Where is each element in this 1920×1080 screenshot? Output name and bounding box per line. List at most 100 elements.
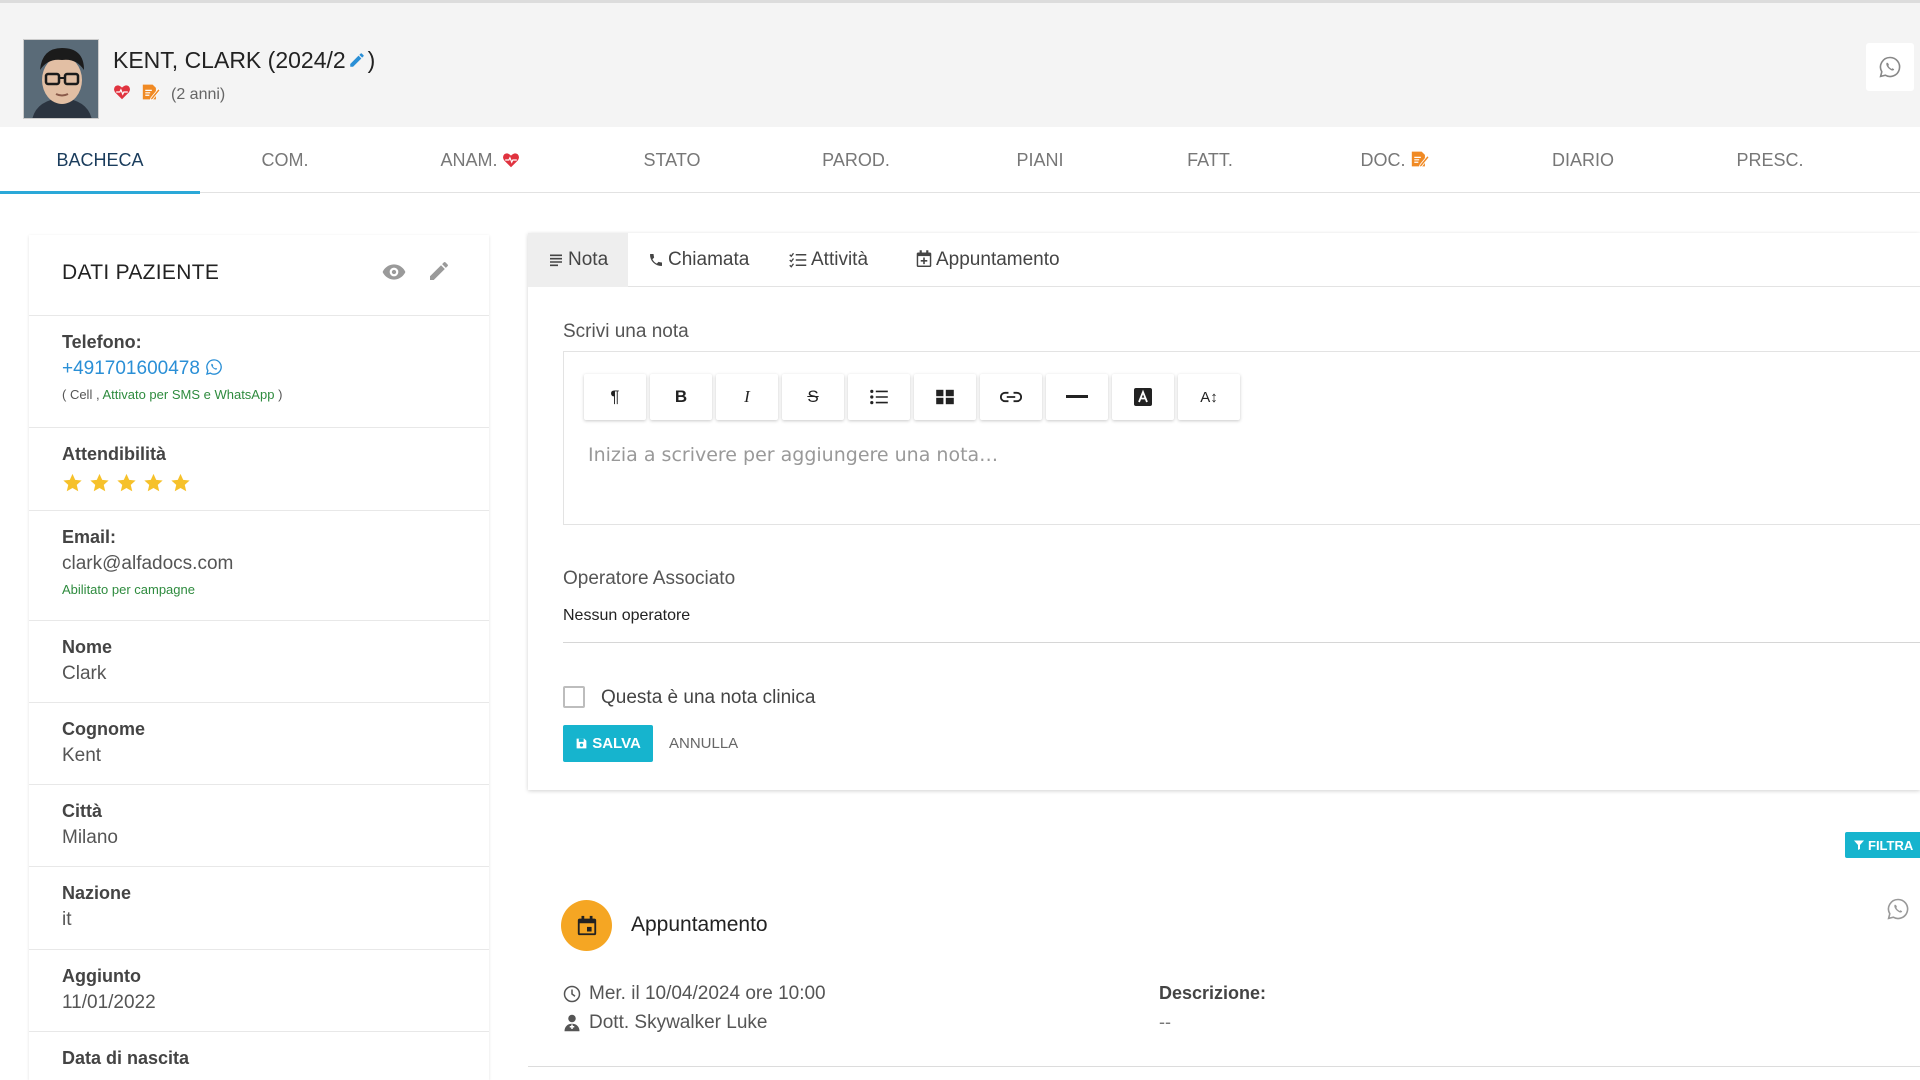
- tab-label: COM.: [261, 150, 309, 170]
- whatsapp-button[interactable]: [1886, 897, 1910, 926]
- composer-tab-attivita[interactable]: Attività: [769, 233, 888, 287]
- phone-note-close: ): [278, 387, 283, 402]
- pencil-icon[interactable]: [427, 259, 451, 288]
- patient-data-panel: DATI PAZIENTE Telefono: +491701600478 ( …: [29, 235, 489, 1080]
- clinical-note-label[interactable]: Questa è una nota clinica: [601, 687, 815, 709]
- first-name-value: Clark: [62, 663, 107, 684]
- tab-presc[interactable]: PRESC.: [1720, 127, 1820, 193]
- clinical-note-checkbox[interactable]: [563, 686, 585, 708]
- tab-anam[interactable]: ANAM.: [420, 127, 540, 193]
- document-edit-icon[interactable]: [141, 83, 161, 106]
- text-color-button[interactable]: [1112, 374, 1174, 420]
- doctor-icon: [564, 1014, 580, 1032]
- floppy-disk-icon: [576, 738, 587, 749]
- table-button[interactable]: [914, 374, 976, 420]
- patient-name: KENT, CLARK (2024/2): [113, 47, 375, 75]
- tab-label: STATO: [643, 150, 701, 170]
- appointment-doctor: Dott. Skywalker Luke: [563, 1012, 767, 1034]
- whatsapp-button[interactable]: [1866, 43, 1914, 91]
- header-icons: (2 anni): [113, 83, 225, 106]
- last-name-value: Kent: [62, 745, 102, 766]
- description-label: Descrizione:: [1159, 983, 1267, 1003]
- bullet-list-button[interactable]: [848, 374, 910, 420]
- phone-link[interactable]: +491701600478: [62, 358, 489, 380]
- tab-parod[interactable]: PAROD.: [806, 127, 906, 193]
- operator-underline: [563, 642, 1920, 643]
- tab-label: ANAM.: [440, 150, 498, 170]
- strikethrough-button[interactable]: S: [782, 374, 844, 420]
- heart-pulse-icon[interactable]: [113, 84, 131, 105]
- panel-title: DATI PAZIENTE: [62, 261, 220, 284]
- filter-button[interactable]: FILTRA: [1845, 832, 1920, 858]
- cancel-button[interactable]: ANNULLA: [669, 735, 738, 752]
- field-phone: Telefono: +491701600478 ( Cell , Attivat…: [29, 315, 489, 427]
- link-button[interactable]: [980, 374, 1042, 420]
- tab-doc[interactable]: DOC.: [1340, 127, 1450, 193]
- field-label: Nome: [62, 637, 113, 657]
- country-value: it: [62, 909, 72, 930]
- main-tab-bar: BACHECA COM. ANAM. STATO PAROD. PIANI FA…: [0, 127, 1920, 194]
- checklist-icon: [789, 252, 807, 268]
- bold-button[interactable]: B: [650, 374, 712, 420]
- tab-bacheca[interactable]: BACHECA: [0, 127, 200, 194]
- tab-piani[interactable]: PIANI: [990, 127, 1090, 193]
- phone-sms-whatsapp-status: Attivato per SMS e WhatsApp: [102, 387, 275, 402]
- strikethrough-icon: S: [807, 387, 819, 406]
- save-label: SALVA: [592, 735, 641, 752]
- field-label: Città: [62, 801, 102, 821]
- editor-toolbar: ¶ B I S A↕: [584, 374, 1240, 420]
- email-value[interactable]: clark@alfadocs.com: [62, 553, 489, 575]
- tab-diario[interactable]: DIARIO: [1533, 127, 1633, 193]
- patient-avatar[interactable]: [23, 39, 99, 119]
- link-icon: [1000, 391, 1022, 403]
- entry-divider: [528, 1066, 1920, 1067]
- tab-label: BACHECA: [56, 150, 144, 170]
- calendar-add-icon: [916, 250, 932, 267]
- tab-com[interactable]: COM.: [230, 127, 340, 193]
- filter-label: FILTRA: [1868, 837, 1914, 853]
- appointment-datetime-text: Mer. il 10/04/2024 ore 10:00: [589, 983, 826, 1004]
- paragraph-button[interactable]: ¶: [584, 374, 646, 420]
- appointment-title: Appuntamento: [631, 913, 768, 936]
- operator-select[interactable]: Nessun operatore: [563, 607, 690, 625]
- field-city: Città Milano: [29, 784, 489, 866]
- tab-label: PAROD.: [822, 150, 890, 170]
- composer-tab-appuntamento[interactable]: Appuntamento: [896, 233, 1080, 287]
- tab-label: FATT.: [1187, 150, 1233, 170]
- city-value: Milano: [62, 827, 118, 848]
- horizontal-rule-button[interactable]: [1046, 374, 1108, 420]
- appointment-doctor-text: Dott. Skywalker Luke: [589, 1012, 768, 1033]
- patient-age: (2 anni): [171, 85, 226, 103]
- field-label: Email:: [62, 527, 117, 547]
- edit-code-pencil-icon[interactable]: [348, 48, 366, 75]
- description-value: --: [1159, 1012, 1171, 1032]
- tab-stato[interactable]: STATO: [622, 127, 722, 193]
- field-label: Nazione: [62, 883, 132, 903]
- composer-tab-bar: Nota Chiamata: [528, 233, 1920, 287]
- whatsapp-icon: [206, 359, 223, 375]
- star-icon: [171, 473, 190, 492]
- field-added: Aggiunto 11/01/2022: [29, 949, 489, 1031]
- note-editor[interactable]: ¶ B I S A↕ Inizia a scrivere per aggiung…: [563, 351, 1920, 525]
- composer-tab-chiamata[interactable]: Chiamata: [628, 233, 769, 287]
- table-icon: [936, 389, 954, 405]
- patient-name-text: KENT, CLARK (2024/2: [113, 47, 346, 73]
- eye-icon[interactable]: [381, 259, 407, 290]
- tab-label: PRESC.: [1736, 150, 1804, 170]
- heart-pulse-icon: [502, 153, 519, 168]
- save-button[interactable]: SALVA: [563, 725, 653, 762]
- composer-tab-nota[interactable]: Nota: [528, 233, 629, 287]
- whatsapp-icon: [1887, 898, 1909, 920]
- italic-button[interactable]: I: [716, 374, 778, 420]
- phone-value: +491701600478: [62, 358, 200, 379]
- composer-tab-spacer: [1297, 233, 1337, 287]
- tab-fatt[interactable]: FATT.: [1160, 127, 1260, 193]
- tab-label: PIANI: [1016, 150, 1064, 170]
- font-size-icon: A↕: [1200, 388, 1218, 406]
- text-color-icon: [1134, 388, 1152, 406]
- composer-tab-label: Chiamata: [668, 249, 750, 270]
- email-campaign-status: Abilitato per campagne: [62, 582, 195, 597]
- field-first-name: Nome Clark: [29, 620, 489, 702]
- paragraph-icon: ¶: [610, 387, 620, 406]
- font-size-button[interactable]: A↕: [1178, 374, 1240, 420]
